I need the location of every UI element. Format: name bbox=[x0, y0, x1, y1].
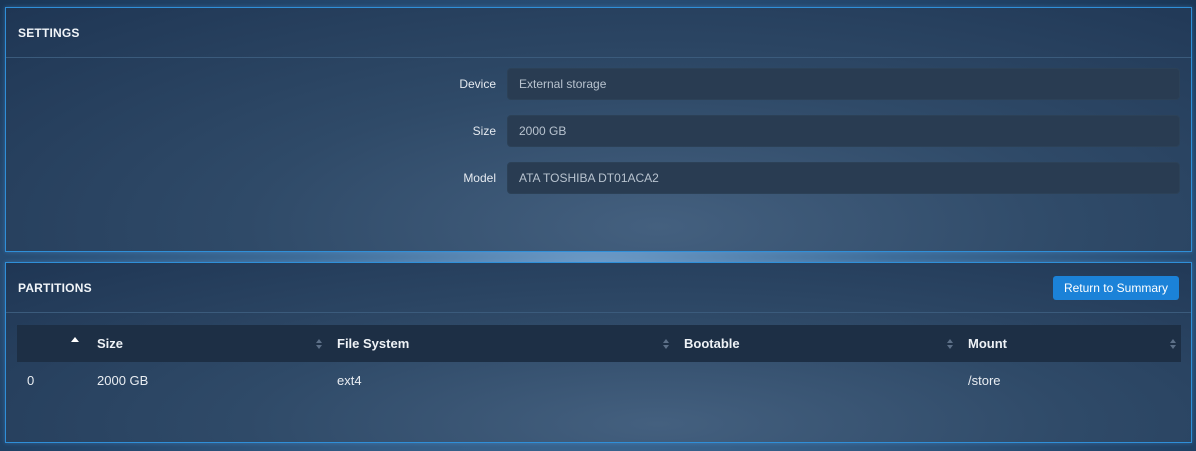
column-header-mount[interactable]: Mount bbox=[958, 325, 1181, 362]
device-value: External storage bbox=[519, 77, 607, 91]
model-field[interactable]: ATA TOSHIBA DT01ACA2 bbox=[507, 162, 1180, 194]
partitions-title: PARTITIONS bbox=[18, 280, 92, 295]
partitions-panel: PARTITIONS Return to Summary Size File S… bbox=[5, 262, 1192, 443]
partitions-table: Size File System Bootable Mount 0 2000 G… bbox=[17, 325, 1181, 398]
cell-mount: /store bbox=[968, 372, 1001, 388]
model-value: ATA TOSHIBA DT01ACA2 bbox=[519, 171, 659, 185]
column-header-bootable[interactable]: Bootable bbox=[674, 325, 958, 362]
sort-icon bbox=[1170, 338, 1176, 349]
cell-file-system: ext4 bbox=[337, 372, 362, 388]
column-header-file-system[interactable]: File System bbox=[327, 325, 674, 362]
column-header-size[interactable]: Size bbox=[87, 325, 327, 362]
cell-bootable bbox=[674, 362, 958, 398]
settings-panel: SETTINGS Device External storage Size 20… bbox=[5, 7, 1192, 252]
cell-index: 0 bbox=[27, 372, 35, 388]
size-field[interactable]: 2000 GB bbox=[507, 115, 1180, 147]
table-row[interactable]: 0 2000 GB ext4 /store bbox=[17, 362, 1181, 398]
settings-header: SETTINGS bbox=[6, 8, 1191, 58]
device-row: Device External storage bbox=[6, 68, 1191, 100]
model-label: Model bbox=[463, 171, 496, 185]
size-label: Size bbox=[472, 124, 496, 138]
sort-ascending-icon bbox=[71, 337, 79, 342]
sort-icon bbox=[947, 338, 953, 349]
cell-size: 2000 GB bbox=[97, 372, 149, 388]
sort-icon bbox=[663, 338, 669, 349]
return-to-summary-button[interactable]: Return to Summary bbox=[1052, 275, 1179, 300]
sort-icon bbox=[316, 338, 322, 349]
size-value: 2000 GB bbox=[519, 124, 567, 138]
table-header-row: Size File System Bootable Mount bbox=[17, 325, 1181, 362]
device-label: Device bbox=[459, 77, 496, 91]
partitions-header: PARTITIONS Return to Summary bbox=[6, 263, 1191, 313]
settings-title: SETTINGS bbox=[18, 25, 80, 40]
size-row: Size 2000 GB bbox=[6, 115, 1191, 147]
model-row: Model ATA TOSHIBA DT01ACA2 bbox=[6, 162, 1191, 194]
column-header-index[interactable] bbox=[17, 325, 87, 362]
device-field[interactable]: External storage bbox=[507, 68, 1180, 100]
